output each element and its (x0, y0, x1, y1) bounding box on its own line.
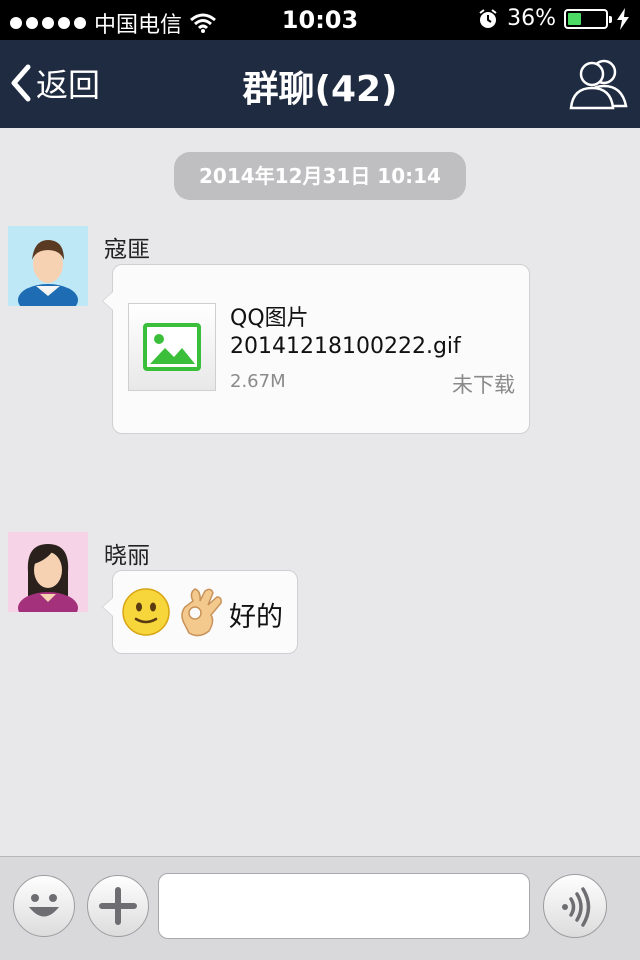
timestamp-badge: 2014年12月31日 10:14 (174, 152, 466, 200)
female-avatar[interactable] (8, 532, 88, 612)
chat-area[interactable]: 2014年12月31日 10:14 寇匪 QQ图片 20141218100222… (0, 128, 640, 856)
file-message-bubble[interactable]: QQ图片 20141218100222.gif 2.67M 未下载 (102, 264, 530, 434)
file-filename: 20141218100222.gif (230, 334, 461, 359)
battery-fill (568, 12, 581, 25)
ok-hand-emoji (181, 588, 222, 637)
text-message-bubble[interactable]: 好的 (102, 570, 298, 654)
alarm-icon (479, 8, 497, 28)
sender-name: 晓丽 (104, 543, 150, 569)
file-name: QQ图片 20141218100222.gif (230, 305, 461, 361)
signal-dots-icon (10, 17, 86, 29)
smile-emoji (122, 588, 170, 636)
voice-wave-icon (562, 887, 591, 927)
image-file-icon (143, 323, 201, 371)
charging-bolt-icon (617, 7, 629, 30)
input-bar (0, 856, 640, 960)
file-size: 2.67M (230, 371, 286, 392)
status-bar: 中国电信 10:03 36% (0, 0, 640, 40)
file-thumbnail[interactable] (128, 303, 216, 391)
carrier-label: 中国电信 (94, 13, 183, 38)
sender-name: 寇匪 (104, 237, 150, 263)
group-members-icon (569, 59, 628, 110)
male-avatar[interactable] (8, 226, 88, 306)
wifi-icon (190, 13, 216, 33)
bubble-tail (102, 291, 113, 311)
add-button[interactable] (87, 875, 149, 937)
back-button[interactable]: 返回 (8, 60, 100, 106)
battery-icon (564, 8, 612, 29)
battery-percent: 36% (507, 6, 556, 31)
bubble-tail (102, 597, 113, 617)
status-left: 中国电信 (10, 7, 216, 39)
message-input[interactable] (158, 873, 530, 939)
nav-bar: 返回 群聊(42) (0, 40, 640, 128)
emoji-face-icon (29, 894, 59, 917)
file-title: QQ图片 (230, 306, 309, 331)
plus-icon (99, 887, 137, 925)
emoji-button[interactable] (13, 875, 75, 937)
status-right: 36% (477, 6, 630, 31)
message-text: 好的 (229, 602, 283, 633)
file-download-status[interactable]: 未下载 (452, 369, 515, 399)
group-members-button[interactable] (568, 56, 630, 114)
chevron-left-icon (11, 64, 31, 102)
back-label: 返回 (36, 66, 101, 104)
voice-button[interactable] (543, 874, 607, 938)
